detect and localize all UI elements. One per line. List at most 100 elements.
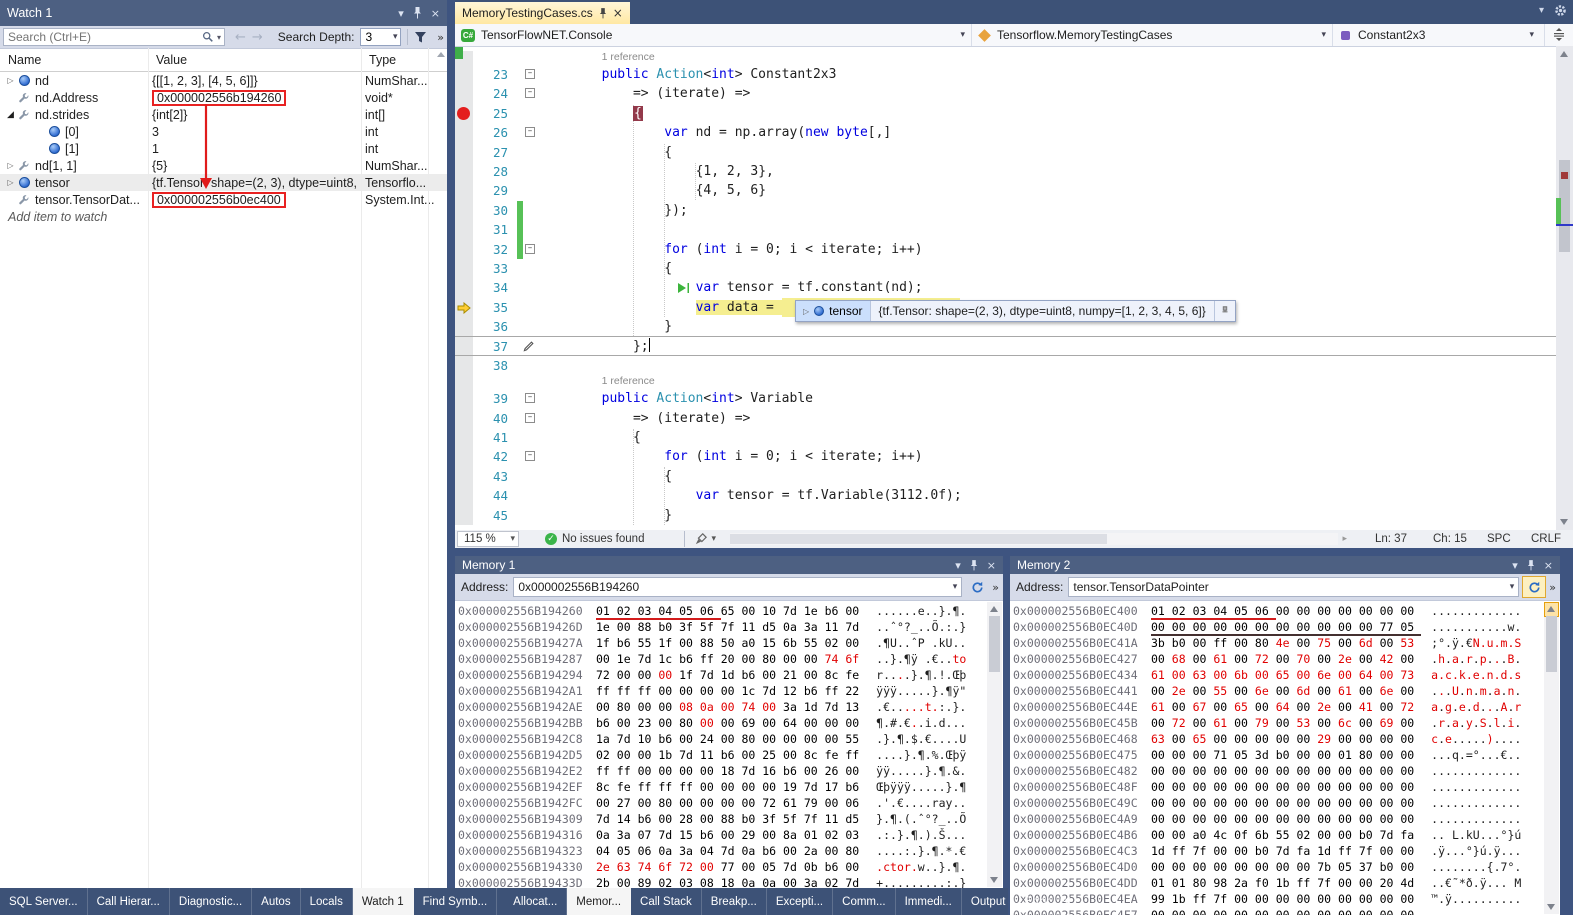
breakpoint-margin[interactable] — [455, 317, 473, 336]
memory-row[interactable]: 0x000002556B0EC44100 2e 00 55 00 6e 00 6… — [1013, 684, 1560, 700]
gear-icon[interactable] — [1554, 4, 1567, 17]
bottom-tab-excepti[interactable]: Excepti... — [767, 888, 833, 915]
watch-row[interactable]: ▷nd[1, 1]{5}NumShar... — [0, 157, 447, 174]
code-line[interactable]: 23−public Action<int> Constant2x3 — [455, 65, 1556, 84]
memory2-address-input[interactable]: tensor.TensorDataPointer ▾ — [1068, 577, 1519, 597]
horizontal-scrollbar[interactable] — [730, 533, 1338, 545]
close-icon[interactable]: × — [431, 7, 440, 20]
code-line[interactable]: 32−for (int i = 0; i < iterate; i++) — [455, 240, 1556, 259]
memory-row[interactable]: 0x000002556B0EC44E61 00 67 00 65 00 64 0… — [1013, 700, 1560, 716]
watch-row[interactable]: ▷tensor{tf.Tensor: shape=(2, 3), dtype=u… — [0, 174, 447, 191]
tab-pin-icon[interactable] — [599, 8, 607, 19]
collapse-icon[interactable]: − — [525, 393, 535, 403]
watch-row[interactable]: [1]1int — [0, 140, 447, 157]
breakpoint-margin[interactable] — [455, 259, 473, 278]
breakpoint-margin[interactable] — [455, 298, 473, 317]
breakpoint-margin[interactable] — [455, 506, 473, 525]
datatip-variable[interactable]: ▷ tensor — [796, 301, 870, 321]
codelens-row[interactable]: 1 reference — [455, 375, 1556, 389]
outlining-margin[interactable] — [523, 278, 539, 297]
outlining-margin[interactable] — [523, 356, 539, 375]
memory-row[interactable]: 0x000002556B19427A1f b6 55 1f 00 88 50 a… — [458, 636, 1003, 652]
memory-row[interactable]: 0x000002556B0EC4D000 00 00 00 00 00 00 0… — [1013, 860, 1560, 876]
memory1-address-input[interactable]: 0x000002556B194260 ▾ — [513, 577, 962, 597]
outlining-margin[interactable]: − — [523, 447, 539, 466]
code-line[interactable]: 27{ — [455, 143, 1556, 162]
pin-icon[interactable] — [413, 7, 422, 19]
memory-row[interactable]: 0x000002556B1943160a 3a 07 7d 15 b6 00 2… — [458, 828, 1003, 844]
search-icon[interactable] — [202, 31, 214, 43]
code-line[interactable]: 40−=> (iterate) => — [455, 409, 1556, 428]
breakpoint-margin[interactable] — [455, 65, 473, 84]
breakpoint-margin[interactable] — [455, 181, 473, 200]
close-icon[interactable]: × — [987, 559, 996, 572]
codelens-row[interactable]: 1 reference — [455, 51, 1556, 65]
column-divider[interactable] — [428, 48, 429, 888]
memory-row[interactable]: 0x000002556B1942E2ff ff 00 00 00 00 18 7… — [458, 764, 1003, 780]
memory-row[interactable]: 0x000002556B0EC46863 00 65 00 00 00 00 0… — [1013, 732, 1560, 748]
bottom-tab-call-hierar[interactable]: Call Hierar... — [88, 888, 170, 915]
memory1-hexdump[interactable]: 0x000002556B19426001 02 03 04 05 06 65 0… — [455, 601, 1003, 888]
breakpoint-margin[interactable] — [455, 220, 473, 239]
window-menu-icon[interactable]: ▾ — [955, 559, 961, 572]
memory-row[interactable]: 0x000002556B1942D502 00 00 1b 7d 11 b6 0… — [458, 748, 1003, 764]
bottom-tab-find-symb[interactable]: Find Symb... — [414, 888, 498, 915]
memory-row[interactable]: 0x000002556B0EC48F00 00 00 00 00 00 00 0… — [1013, 780, 1560, 796]
bottom-tab-breakp[interactable]: Breakp... — [702, 888, 767, 915]
breakpoint-margin[interactable] — [455, 447, 473, 466]
toolbar-overflow-icon[interactable]: » — [992, 581, 999, 594]
memory-row[interactable]: 0x000002556B0EC48200 00 00 00 00 00 00 0… — [1013, 764, 1560, 780]
scroll-down-icon[interactable] — [1560, 519, 1568, 525]
column-name[interactable]: Name — [0, 53, 148, 67]
outlining-margin[interactable] — [523, 201, 539, 220]
memory-row[interactable]: 0x000002556B1942AE00 80 00 00 08 0a 00 7… — [458, 700, 1003, 716]
code-line[interactable]: 24−=> (iterate) => — [455, 84, 1556, 103]
memory-row[interactable]: 0x000002556B1942A1ff ff ff 00 00 00 00 1… — [458, 684, 1003, 700]
breakpoint-margin[interactable] — [455, 409, 473, 428]
memory-row[interactable]: 0x000002556B0EC41A3b b0 00 ff 00 80 4e 0… — [1013, 636, 1560, 652]
memory-row[interactable]: 0x000002556B0EC4A900 00 00 00 00 00 00 0… — [1013, 812, 1560, 828]
memory-row[interactable]: 0x000002556B0EC49C00 00 00 00 00 00 00 0… — [1013, 796, 1560, 812]
toolbar-overflow-icon[interactable]: » — [437, 31, 444, 44]
code-line[interactable]: 26−var nd = np.array(new byte[,] — [455, 123, 1556, 142]
search-options-icon[interactable]: ▾ — [214, 33, 224, 42]
memory-row[interactable]: 0x000002556B1943302e 63 74 6f 72 00 77 0… — [458, 860, 1003, 876]
collapse-icon[interactable]: − — [525, 127, 535, 137]
watch-scrollbar-up-icon[interactable] — [437, 52, 445, 57]
code-line[interactable]: 29{4, 5, 6} — [455, 181, 1556, 200]
column-value[interactable]: Value — [148, 53, 361, 67]
memory1-scrollbar[interactable] — [987, 602, 1002, 887]
search-box[interactable]: ▾ — [3, 28, 225, 46]
outlining-margin[interactable] — [523, 298, 539, 317]
search-input[interactable] — [4, 30, 202, 44]
breakpoint-margin[interactable] — [455, 467, 473, 486]
expander-icon[interactable]: ▷ — [4, 161, 17, 170]
refresh-icon[interactable] — [965, 576, 989, 598]
memory-row[interactable]: 0x000002556B0EC4EA99 1b ff 7f 00 00 00 0… — [1013, 892, 1560, 908]
memory-row[interactable]: 0x000002556B0EC42700 68 00 61 00 72 00 7… — [1013, 652, 1560, 668]
bottom-tab-diagnostic[interactable]: Diagnostic... — [170, 888, 252, 915]
code-line[interactable]: 45} — [455, 506, 1556, 525]
memory2-hexdump[interactable]: 0x000002556B0EC40001 02 03 04 05 06 00 0… — [1010, 601, 1560, 915]
breakpoint-margin[interactable] — [455, 162, 473, 181]
code-editor[interactable]: 1 reference23−public Action<int> Constan… — [455, 47, 1556, 535]
codelens-references[interactable]: 1 reference — [539, 51, 655, 65]
document-tab[interactable]: MemoryTestingCases.cs × — [455, 2, 630, 24]
bottom-tab-locals[interactable]: Locals — [301, 888, 353, 915]
code-line[interactable]: 37}; — [455, 336, 1556, 355]
outlining-margin[interactable]: − — [523, 123, 539, 142]
code-cleanup-icon[interactable] — [695, 533, 707, 545]
memory-row[interactable]: 0x000002556B1942EF8c fe ff ff ff 00 00 0… — [458, 780, 1003, 796]
outlining-margin[interactable] — [523, 317, 539, 336]
memory-row[interactable]: 0x000002556B0EC4F700 00 00 00 00 00 00 0… — [1013, 908, 1560, 915]
breakpoint-icon[interactable] — [457, 107, 470, 120]
bottom-tab-allocat[interactable]: Allocat... — [504, 888, 567, 915]
breakpoint-margin[interactable] — [455, 240, 473, 259]
memory-row[interactable]: 0x000002556B0EC47500 00 00 71 05 3d b0 0… — [1013, 748, 1560, 764]
code-line[interactable]: 43{ — [455, 467, 1556, 486]
column-divider[interactable] — [361, 48, 362, 888]
pin-icon[interactable] — [1527, 560, 1535, 571]
code-line[interactable]: 39−public Action<int> Variable — [455, 389, 1556, 408]
collapse-icon[interactable]: − — [525, 244, 535, 254]
bottom-tab-watch-1[interactable]: Watch 1 — [353, 888, 414, 915]
